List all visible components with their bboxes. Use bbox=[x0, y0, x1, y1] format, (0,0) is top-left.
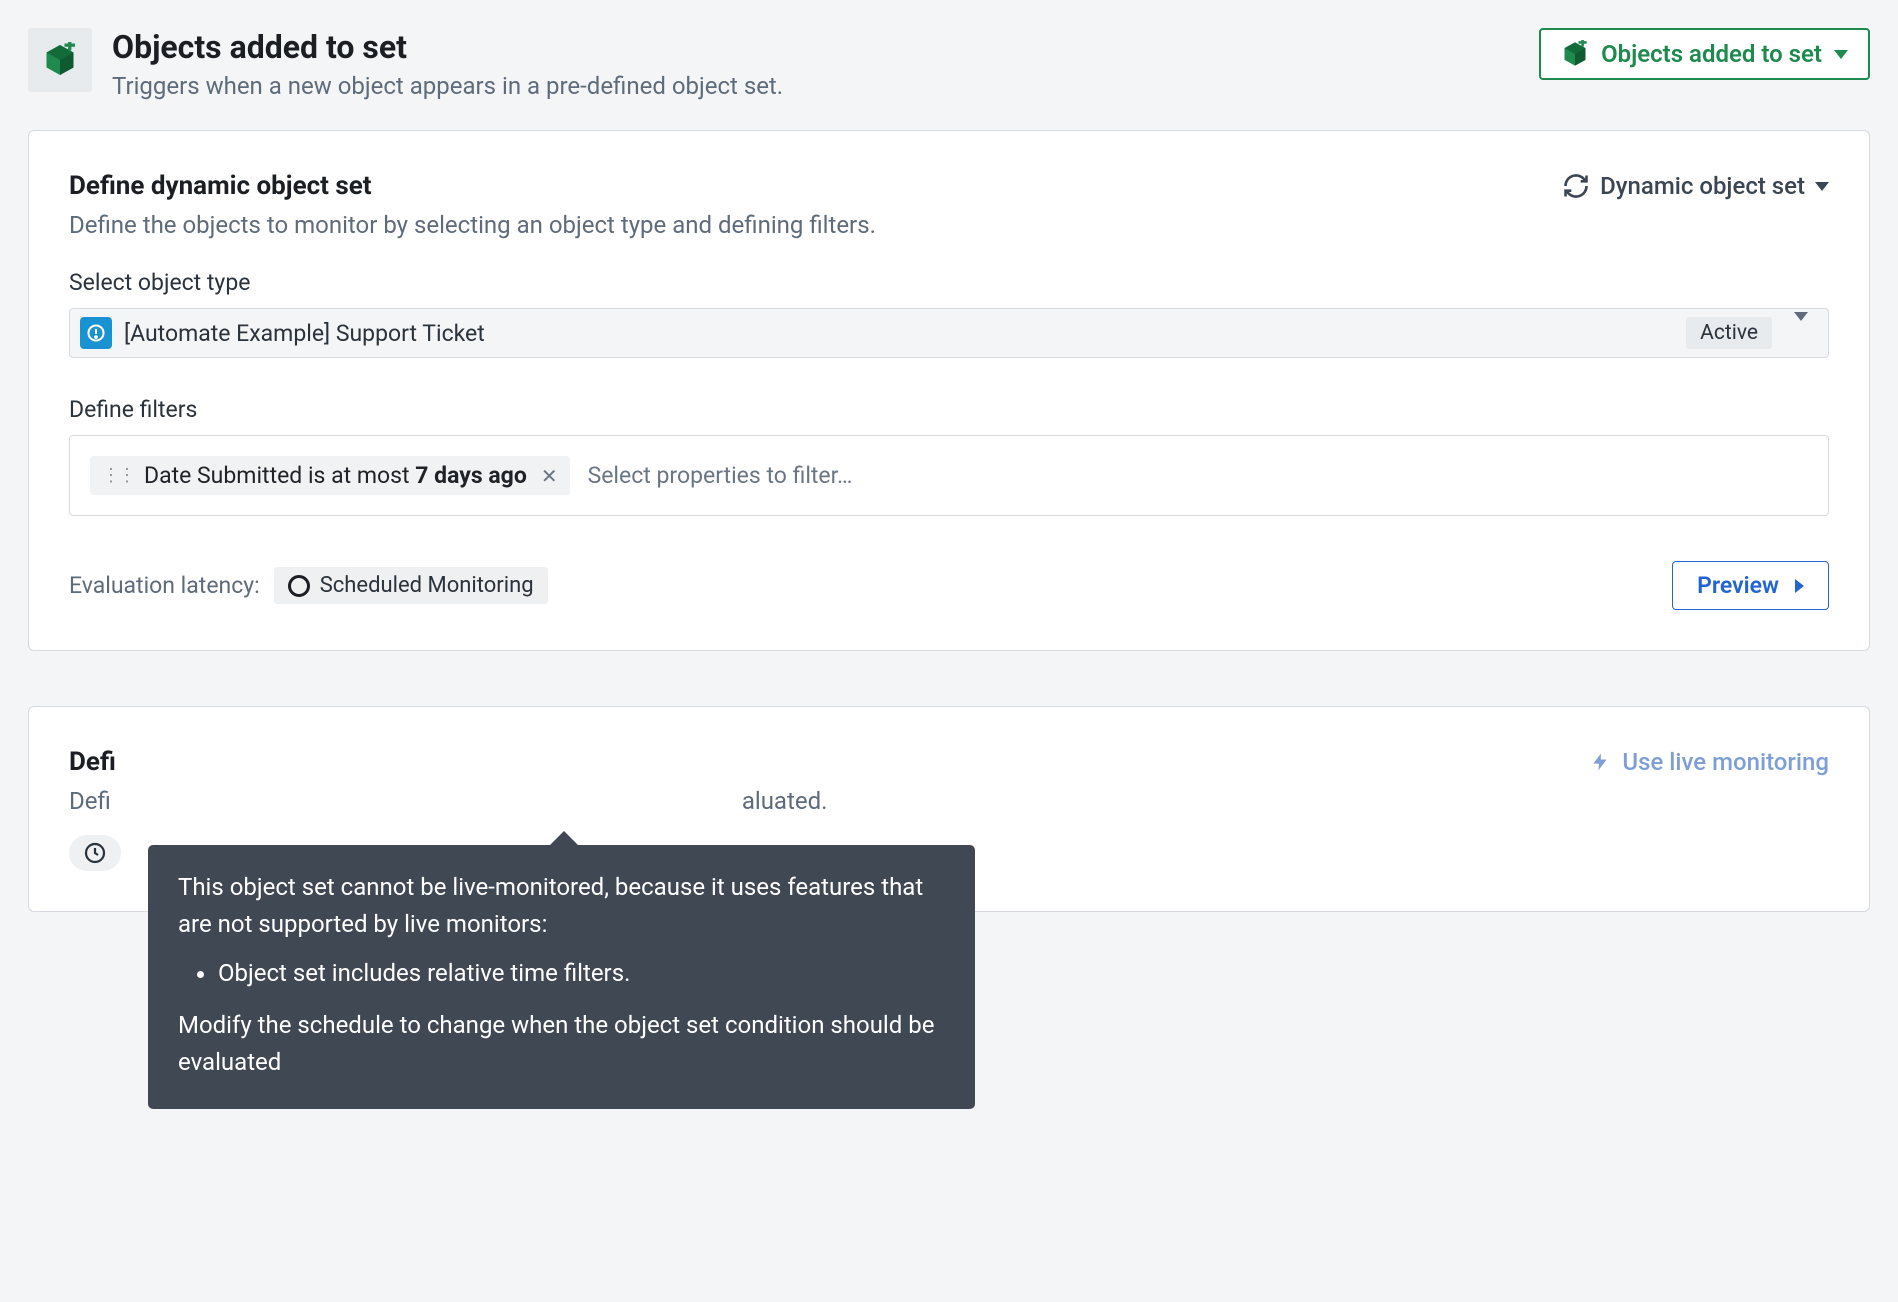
chevron-down-icon bbox=[1815, 182, 1829, 191]
preview-button[interactable]: Preview bbox=[1672, 561, 1829, 610]
trigger-title: Objects added to set bbox=[112, 28, 783, 66]
trigger-header-text: Objects added to set Triggers when a new… bbox=[112, 28, 783, 100]
drag-handle-icon[interactable]: ⋮⋮ bbox=[102, 465, 134, 486]
chevron-down-icon bbox=[1834, 50, 1848, 59]
trigger-type-dropdown[interactable]: Objects added to set bbox=[1539, 28, 1870, 80]
trigger-type-dropdown-label: Objects added to set bbox=[1601, 40, 1822, 68]
schedule-description: Defi xxxxxxxxxxxxxxxxxxxxxxxxxxxxxxxxxxx… bbox=[69, 787, 1829, 815]
trigger-subtitle: Triggers when a new object appears in a … bbox=[112, 72, 783, 100]
tooltip-outro: Modify the schedule to change when the o… bbox=[178, 1007, 945, 1081]
latency-tooltip: This object set cannot be live-monitored… bbox=[148, 845, 975, 1109]
object-type-status-badge: Active bbox=[1686, 317, 1772, 349]
tooltip-bullet: Object set includes relative time filter… bbox=[218, 955, 945, 992]
section-header: Define dynamic object set Dynamic object… bbox=[69, 171, 1829, 201]
cube-plus-icon bbox=[42, 42, 78, 78]
tooltip-list: Object set includes relative time filter… bbox=[218, 955, 945, 992]
filter-chip[interactable]: ⋮⋮ Date Submitted is at most 7 days ago … bbox=[90, 456, 570, 495]
tooltip-intro: This object set cannot be live-monitored… bbox=[178, 869, 945, 943]
use-live-monitoring-label: Use live monitoring bbox=[1622, 748, 1829, 776]
refresh-icon bbox=[1562, 172, 1590, 200]
object-type-icon bbox=[80, 317, 112, 349]
use-live-monitoring-button[interactable]: Use live monitoring bbox=[1590, 748, 1829, 776]
filter-placeholder: Select properties to filter… bbox=[588, 462, 853, 489]
schedule-chip[interactable] bbox=[69, 835, 121, 871]
trigger-header: Objects added to set Triggers when a new… bbox=[28, 28, 1870, 100]
cube-plus-icon bbox=[1561, 40, 1589, 68]
card-footer: Evaluation latency: Scheduled Monitoring… bbox=[69, 561, 1829, 610]
object-set-mode-label: Dynamic object set bbox=[1600, 172, 1805, 200]
clock-icon bbox=[83, 841, 107, 865]
define-object-set-card: Define dynamic object set Dynamic object… bbox=[28, 130, 1870, 651]
lightning-icon bbox=[1590, 749, 1610, 775]
define-filters-label: Define filters bbox=[69, 396, 1829, 423]
select-object-type-label: Select object type bbox=[69, 269, 1829, 296]
remove-filter-button[interactable]: ✕ bbox=[537, 464, 558, 488]
object-type-caret[interactable] bbox=[1784, 321, 1818, 345]
object-set-mode-dropdown[interactable]: Dynamic object set bbox=[1562, 172, 1829, 200]
preview-button-label: Preview bbox=[1697, 572, 1779, 599]
object-type-selector[interactable]: [Automate Example] Support Ticket Active bbox=[69, 308, 1829, 358]
filter-chip-text: Date Submitted is at most 7 days ago bbox=[144, 462, 527, 489]
object-type-name: [Automate Example] Support Ticket bbox=[124, 320, 485, 347]
evaluation-latency-label: Evaluation latency: bbox=[69, 572, 260, 599]
trigger-icon bbox=[28, 28, 92, 92]
evaluation-latency-value: Scheduled Monitoring bbox=[320, 573, 534, 598]
filters-input[interactable]: ⋮⋮ Date Submitted is at most 7 days ago … bbox=[69, 435, 1829, 516]
chevron-right-icon bbox=[1795, 579, 1804, 593]
schedule-title: Defi bbox=[69, 747, 116, 777]
section-title: Define dynamic object set bbox=[69, 171, 372, 201]
section-description: Define the objects to monitor by selecti… bbox=[69, 211, 1829, 239]
alert-circle-icon bbox=[86, 323, 106, 343]
chevron-down-icon bbox=[1794, 312, 1808, 345]
circle-icon bbox=[288, 575, 310, 597]
evaluation-latency-badge[interactable]: Scheduled Monitoring bbox=[274, 567, 548, 604]
schedule-header: Defi Use live monitoring bbox=[69, 747, 1829, 777]
